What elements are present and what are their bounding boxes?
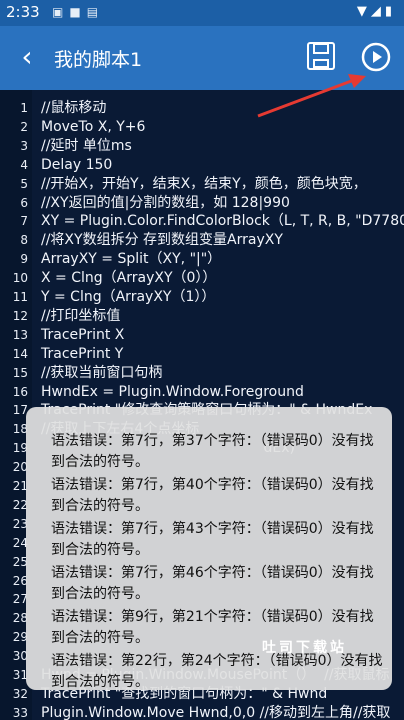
error-message: 语法错误：第22行，第24个字符：（错误码0）没有找到合法的符号。 [51, 653, 383, 690]
code-text: //鼠标移动 [41, 100, 107, 116]
line-number: 11 [12, 290, 28, 304]
line-number: 13 [12, 327, 28, 342]
page-title: 我的脚本1 [54, 49, 143, 71]
code-text: MoveTo X, Y+6 [41, 118, 146, 135]
wifi-icon: ▼ [356, 4, 371, 19]
line-number: 4 [20, 157, 28, 172]
code-line[interactable]: 9 ArrayXY = Split（XY, "|"） [0, 249, 404, 269]
code-line[interactable]: 3 //延时 单位ms [0, 136, 404, 156]
code-line[interactable]: 5 //开始X，开始Y，结束X，结束Y，颜色，颜色块宽， [0, 174, 404, 194]
line-number: 25 [12, 554, 28, 569]
square-icon: ■ [69, 5, 87, 19]
line-number: 19 [12, 441, 28, 456]
line-number: 30 [12, 649, 28, 664]
line-number: 12 [12, 308, 28, 323]
signal-icon: ◢ [370, 4, 385, 19]
code-line[interactable]: 13 TracePrint X [0, 325, 404, 345]
status-time: 2:33 [6, 3, 40, 21]
system-icons: ▼◢▮ [357, 4, 396, 19]
code-text: X = Clng（ArrayXY（0）） [41, 270, 217, 287]
code-line[interactable]: 33 Plugin.Window.Move Hwnd,0,0 //移动到左上角//… [0, 703, 404, 720]
back-chevron-icon: ‹ [21, 40, 33, 73]
sim-icon: ▤ [86, 5, 105, 19]
code-text: TracePrint Y [41, 345, 124, 362]
code-line[interactable]: 11 Y = Clng（ArrayXY（1）） [0, 287, 404, 307]
code-line[interactable]: 10 X = Clng（ArrayXY（0）） [0, 268, 404, 288]
code-line[interactable]: 8 //将XY数组拆分 存到数组变量ArrayXY [0, 230, 404, 250]
code-line[interactable]: 1 //鼠标移动 [0, 98, 404, 118]
code-text: //开始X，开始Y，结束X，结束Y，颜色，颜色块宽， [41, 175, 367, 192]
line-number: 7 [20, 214, 28, 229]
code-text: Delay 150 [41, 156, 113, 173]
line-number: 24 [12, 535, 28, 550]
play-icon [361, 42, 391, 72]
code-line[interactable]: 14 TracePrint Y [0, 344, 404, 364]
status-bar: 2:33 ▣■▤ ▼◢▮ [0, 0, 404, 26]
line-number: 2 [20, 119, 28, 134]
code-line[interactable]: 6 //XY返回的值|分割的数组，如 128|990 [0, 193, 404, 213]
line-number: 14 [12, 346, 28, 361]
line-number: 32 [12, 686, 28, 701]
line-number: 1 [20, 101, 28, 115]
error-message: 语法错误：第7行，第46个字符：（错误码0）没有找到合法的符号。 [51, 565, 374, 602]
line-number: 9 [20, 252, 28, 267]
line-number: 17 [12, 403, 28, 418]
line-number: 33 [12, 705, 28, 720]
app-bar: ‹ 我的脚本1 [0, 26, 404, 90]
back-button[interactable]: ‹ [12, 40, 42, 74]
line-number: 16 [12, 384, 28, 399]
line-number: 26 [12, 573, 28, 588]
code-text: //延时 单位ms [41, 137, 132, 154]
line-number: 27 [12, 592, 28, 607]
code-line[interactable]: 7 XY = Plugin.Color.FindColorBlock（L, T, … [0, 211, 404, 231]
code-line[interactable]: 16 HwndEx = Plugin.Window.Foreground [0, 382, 404, 402]
watermark: 吐司下载站 [262, 640, 347, 656]
battery-icon: ▮ [384, 4, 396, 19]
save-button[interactable] [306, 41, 336, 71]
code-line[interactable]: 12 //打印坐标值 [0, 306, 404, 326]
error-message: 语法错误：第7行，第40个字符：（错误码0）没有找到合法的符号。 [51, 477, 374, 514]
code-text: Y = Clng（ArrayXY（1）） [41, 289, 216, 305]
line-number: 31 [12, 668, 28, 682]
code-text: //获取当前窗口句柄 [41, 364, 163, 381]
code-text: //打印坐标值 [41, 307, 121, 324]
error-message: 语法错误：第7行，第37个字符：（错误码0）没有找到合法的符号。 [51, 433, 374, 470]
code-line[interactable]: 15 //获取当前窗口句柄 [0, 363, 404, 383]
code-line[interactable]: 4 Delay 150 [0, 155, 404, 175]
code-text: HwndEx = Plugin.Window.Foreground [41, 383, 304, 400]
line-number: 21 [12, 479, 28, 493]
error-message: 语法错误：第7行，第43个字符：（错误码0）没有找到合法的符号。 [51, 521, 374, 558]
line-number: 20 [12, 460, 28, 475]
notification-icons: ▣■▤ [52, 5, 104, 19]
code-text: //将XY数组拆分 存到数组变量ArrayXY [41, 232, 283, 249]
line-number: 28 [12, 611, 28, 626]
line-number: 10 [12, 271, 28, 286]
code-text: TracePrint X [41, 326, 125, 343]
line-number: 18 [12, 422, 28, 437]
run-button[interactable] [360, 41, 392, 73]
code-text: Plugin.Window.Move Hwnd,0,0 //移动到左上角//获取 [41, 704, 391, 720]
code-text: ArrayXY = Split（XY, "|"） [41, 251, 222, 268]
line-number: 22 [12, 497, 28, 512]
code-text: XY = Plugin.Color.FindColorBlock（L, T, R… [41, 213, 404, 230]
code-line[interactable]: 2 MoveTo X, Y+6 [0, 117, 404, 137]
line-number: 8 [20, 233, 28, 248]
line-number: 15 [12, 365, 28, 380]
line-number: 3 [20, 138, 28, 153]
save-icon [307, 42, 335, 70]
code-text: //XY返回的值|分割的数组，如 128|990 [41, 194, 290, 211]
line-number: 6 [20, 195, 28, 210]
line-number: 29 [12, 630, 28, 645]
image-icon: ▣ [52, 5, 70, 19]
line-number: 5 [20, 176, 28, 191]
line-number: 23 [12, 516, 28, 531]
